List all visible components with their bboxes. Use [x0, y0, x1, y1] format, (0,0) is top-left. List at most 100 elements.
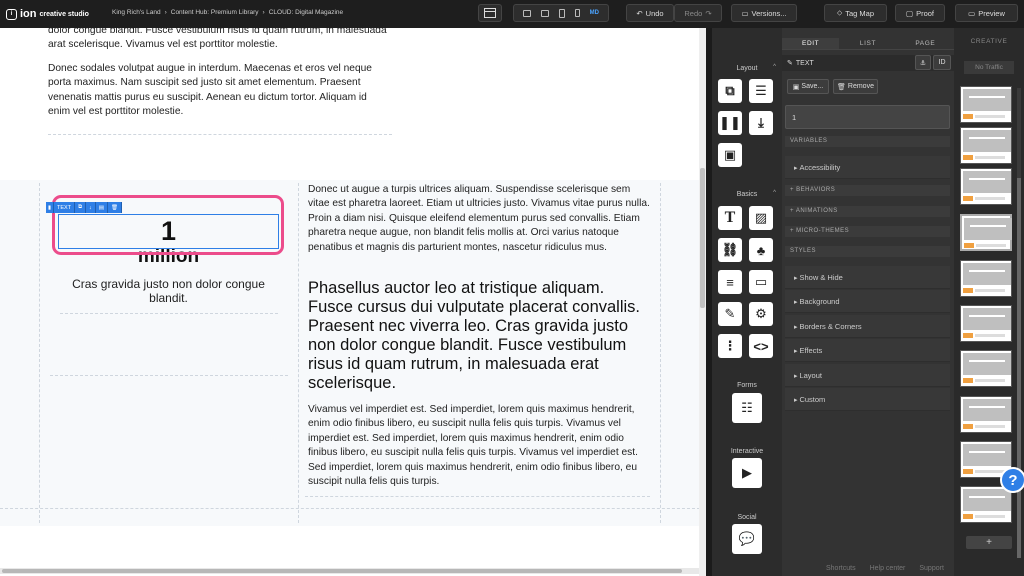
link-widget-icon[interactable]: ⛓ [718, 238, 742, 262]
laptop-icon[interactable] [540, 9, 549, 17]
chat-widget-icon[interactable]: 💬 [732, 524, 762, 554]
thumbnail-text [975, 197, 1005, 200]
form-widget-icon[interactable]: ☷ [732, 393, 762, 423]
top-paragraph[interactable]: dolor congue blandit. Fusce vestibulum r… [48, 28, 388, 53]
columns-widget-icon[interactable]: ⧉ [718, 79, 742, 103]
tab-creative[interactable]: CREATIVE [954, 38, 1024, 45]
remove-button[interactable]: 🗑 Remove [833, 79, 878, 94]
logo-subtitle: creative studio [39, 10, 89, 18]
vertical-scrollbar[interactable] [699, 28, 706, 576]
image-widget-icon[interactable]: ▨ [749, 206, 773, 230]
tag-map-button[interactable]: ⬦ Tag Map [824, 4, 887, 22]
versions-button[interactable]: ▭ Versions... [731, 4, 797, 22]
page-thumbnail[interactable] [960, 86, 1012, 123]
container-widget-icon[interactable]: ▣ [718, 143, 742, 167]
collapse-chevron-icon[interactable]: ^ [773, 190, 776, 196]
support-link[interactable]: Support [919, 565, 944, 572]
scroll-thumb[interactable] [1017, 178, 1021, 558]
layout-row[interactable]: Layout [785, 364, 950, 387]
borders-corners-row[interactable]: Borders & Corners [785, 315, 950, 338]
show-hide-row[interactable]: Show & Hide [785, 266, 950, 289]
app-logo[interactable]: i ion creative studio [6, 6, 89, 22]
element-type-tag[interactable]: TEXT [54, 202, 76, 213]
effects-row[interactable]: Effects [785, 339, 950, 362]
move-down-icon[interactable]: ↓ [86, 202, 96, 213]
stat-caption[interactable]: Cras gravida justo non dolor congue blan… [58, 277, 279, 305]
no-traffic-button[interactable]: No Traffic [964, 61, 1014, 74]
element-toolbar: ▮ TEXT ⧉ ↓ ▤ 🗑 [46, 202, 122, 213]
editor-canvas[interactable]: dolor congue blandit. Fusce vestibulum r… [0, 28, 706, 576]
page-thumbnail[interactable] [960, 486, 1012, 523]
breadcrumb-item[interactable]: Content Hub: Premium Library [171, 9, 259, 16]
tab-list[interactable]: LIST [839, 38, 897, 50]
redo-button[interactable]: Redo ↷ [674, 4, 722, 22]
variables-section-header[interactable]: VARIABLES [785, 136, 950, 147]
widgets-panel: Layout ^ ⧉ ☰ ❚❚ ⤓ ▣ Basics ^ T ▨ ⛓ ♣ ≡ ▭… [712, 28, 782, 576]
gear-widget-icon[interactable]: ⚙ [749, 302, 773, 326]
custom-row[interactable]: Custom [785, 388, 950, 411]
page-thumbnail[interactable] [960, 260, 1012, 297]
help-center-link[interactable]: Help center [870, 565, 906, 572]
scroll-thumb[interactable] [700, 168, 705, 308]
text-widget-icon[interactable]: T [718, 206, 742, 230]
page-thumbnail[interactable] [960, 396, 1012, 433]
help-bubble-button[interactable]: ? [1000, 467, 1024, 493]
split-widget-icon[interactable]: ❚❚ [718, 111, 742, 135]
list-widget-icon[interactable]: ≡ [718, 270, 742, 294]
breakpoint-md-label[interactable]: MD [590, 10, 599, 16]
embed-widget-icon[interactable]: ⋮ [718, 334, 742, 358]
code-widget-icon[interactable]: <> [749, 334, 773, 358]
accessibility-row[interactable]: Accessibility [785, 156, 950, 179]
styles-section-header[interactable]: STYLES [785, 246, 950, 257]
page-thumbnail[interactable] [960, 168, 1012, 205]
layout-toggle-button[interactable] [478, 4, 502, 22]
trash-icon[interactable]: 🗑 [108, 202, 122, 213]
preview-button[interactable]: ▭ Preview [955, 4, 1018, 22]
settings-icon[interactable]: ▤ [96, 202, 108, 213]
page-thumbnail[interactable] [960, 305, 1012, 342]
right-paragraph-2[interactable]: Vivamus vel imperdiet est. Sed imperdiet… [308, 403, 654, 489]
horizontal-scrollbar[interactable] [0, 568, 706, 574]
page-thumbnail[interactable] [960, 350, 1012, 387]
rows-widget-icon[interactable]: ☰ [749, 79, 773, 103]
save-button[interactable]: ▣ Save... [787, 79, 829, 94]
drag-handle-icon[interactable]: ▮ [46, 202, 55, 213]
edit-widget-icon[interactable]: ✎ [718, 302, 742, 326]
video-widget-icon[interactable]: ▶ [732, 458, 762, 488]
id-button[interactable]: ID [933, 55, 951, 70]
tab-edit[interactable]: EDIT [782, 38, 840, 50]
download-widget-icon[interactable]: ⤓ [749, 111, 773, 135]
scroll-thumb[interactable] [2, 569, 682, 573]
thumbnail-title [969, 496, 1005, 498]
collapse-chevron-icon[interactable]: ^ [773, 64, 776, 70]
breadcrumb-item[interactable]: King Rich's Land [112, 9, 161, 16]
text-value-field[interactable]: 1 [785, 105, 950, 129]
selected-text-element[interactable] [58, 214, 279, 249]
add-page-button[interactable]: + [966, 536, 1012, 549]
right-paragraph[interactable]: Donec ut augue a turpis ultrices aliquam… [308, 183, 654, 255]
desktop-icon[interactable] [522, 9, 531, 17]
copy-icon[interactable]: ⧉ [75, 202, 87, 213]
page-thumbnail-active[interactable] [960, 214, 1012, 251]
top-paragraph-2[interactable]: Donec sodales volutpat augue in interdum… [48, 62, 388, 120]
shape-widget-icon[interactable]: ♣ [749, 238, 773, 262]
micro-themes-section-header[interactable]: + MICRO-THEMES [785, 226, 950, 237]
background-row[interactable]: Background [785, 290, 950, 313]
thumbnail-title [969, 451, 1005, 453]
tab-page[interactable]: PAGE [896, 38, 954, 50]
animations-section-header[interactable]: + ANIMATIONS [785, 206, 950, 217]
behaviors-section-header[interactable]: + BEHAVIORS [785, 185, 950, 196]
anchor-button[interactable]: ⚓ [915, 55, 931, 70]
section-heading[interactable]: Phasellus auctor leo at tristique aliqua… [308, 279, 648, 393]
undo-button[interactable]: ↶ Undo [626, 4, 674, 22]
thumbnail-title [969, 360, 1005, 362]
breadcrumb-item[interactable]: CLOUD: Digital Magazine [269, 9, 343, 16]
column-boundary [39, 183, 40, 523]
tablet-icon[interactable] [558, 8, 565, 18]
tag-map-label: Tag Map [845, 8, 875, 18]
shortcuts-link[interactable]: Shortcuts [826, 565, 856, 572]
divider-widget-icon[interactable]: ▭ [749, 270, 773, 294]
page-thumbnail[interactable] [960, 127, 1012, 164]
phone-icon[interactable] [574, 9, 580, 17]
proof-button[interactable]: ▢ Proof [895, 4, 945, 22]
